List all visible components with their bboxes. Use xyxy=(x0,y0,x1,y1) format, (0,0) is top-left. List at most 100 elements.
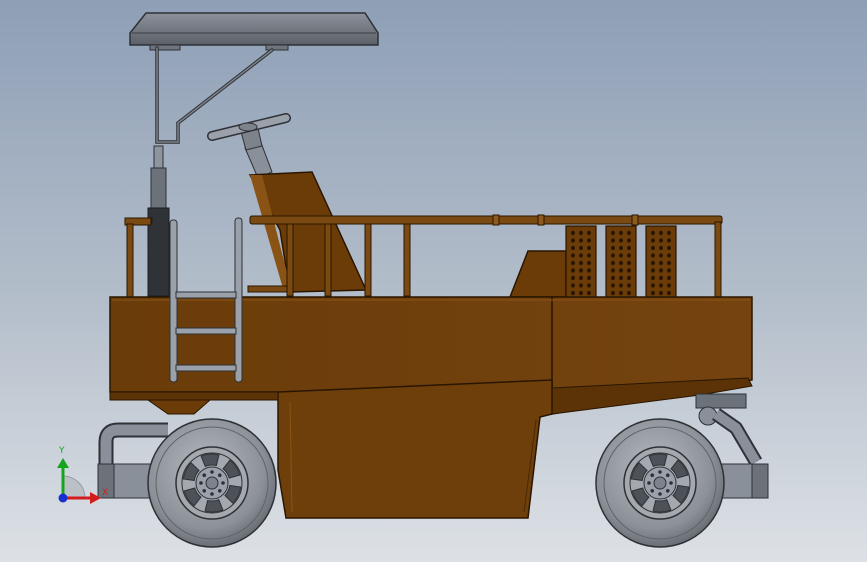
z-axis-marker xyxy=(58,493,68,503)
ballast-hole xyxy=(667,283,671,288)
lug-nut xyxy=(217,473,222,478)
ballast-hole xyxy=(571,290,575,296)
ballast-hole xyxy=(627,268,631,273)
ballast-hole xyxy=(619,245,623,251)
ballast-hole xyxy=(659,260,663,266)
ballast-hole xyxy=(611,253,615,258)
ballast-hole xyxy=(587,260,591,266)
lug-nut xyxy=(665,473,670,478)
ballast-hole xyxy=(619,238,623,243)
ballast-hole xyxy=(579,260,583,266)
ballast-hole xyxy=(651,245,655,251)
ballast-hole xyxy=(571,260,575,266)
lug-nut xyxy=(199,481,203,485)
ballast-hole xyxy=(667,260,671,266)
ballast-hole xyxy=(579,238,583,243)
ballast-hole xyxy=(611,283,615,288)
ballast-hole xyxy=(587,245,591,251)
ballast-hole xyxy=(667,275,671,281)
ballast-hole xyxy=(627,290,631,296)
ballast-hole xyxy=(651,260,655,266)
ballast-hole xyxy=(667,230,671,236)
ballast-hole xyxy=(627,238,631,243)
lug-nut xyxy=(202,473,207,478)
ballast-hole xyxy=(627,283,631,288)
rear-tank xyxy=(508,250,567,298)
front-wheel xyxy=(595,418,725,548)
ballast-hole xyxy=(587,275,591,281)
ballast-hole xyxy=(659,253,663,258)
ballast-hole xyxy=(571,230,575,236)
ballast-hole xyxy=(587,283,591,288)
canopy[interactable] xyxy=(129,12,379,51)
ballast-hole xyxy=(627,230,631,236)
ballast-hole xyxy=(579,268,583,273)
ballast-hole xyxy=(571,268,575,273)
lug-nut xyxy=(658,470,662,474)
ballast-hole xyxy=(619,253,623,258)
ballast-hole xyxy=(571,238,575,243)
ballast-hole xyxy=(619,283,623,288)
ballast-hole xyxy=(659,238,663,243)
lug-nut xyxy=(221,481,225,485)
lug-nut xyxy=(665,488,670,493)
seat-panel xyxy=(247,171,368,293)
ballast-hole xyxy=(659,230,663,236)
hub-cap xyxy=(653,476,667,490)
ballast-hole xyxy=(571,245,575,251)
ballast-hole xyxy=(651,290,655,296)
ballast-hole xyxy=(651,283,655,288)
ballast-hole xyxy=(651,230,655,236)
ballast-hole xyxy=(667,253,671,258)
lug-nut xyxy=(647,481,651,485)
ballast-hole xyxy=(619,230,623,236)
ballast-hole xyxy=(579,230,583,236)
ballast-hole xyxy=(579,290,583,296)
ballast-hole xyxy=(651,253,655,258)
lug-nut xyxy=(202,488,207,493)
ballast-hole xyxy=(659,283,663,288)
y-axis-label: Y xyxy=(58,446,65,456)
y-axis-arrowhead xyxy=(57,458,69,468)
lug-nut xyxy=(210,470,214,474)
ballast-hole xyxy=(579,253,583,258)
ballast-hole xyxy=(627,275,631,281)
x-axis-label: X xyxy=(102,488,108,498)
ballast-hole xyxy=(627,245,631,251)
ballast-hole xyxy=(651,268,655,273)
ballast-hole xyxy=(611,275,615,281)
ballast-hole xyxy=(619,260,623,266)
ballast-hole xyxy=(667,245,671,251)
ballast-hole xyxy=(659,275,663,281)
ballast-hole xyxy=(619,268,623,273)
ballast-hole xyxy=(571,275,575,281)
ballast-hole xyxy=(667,268,671,273)
ballast-hole xyxy=(611,238,615,243)
ballast-hole xyxy=(651,275,655,281)
ballast-hole xyxy=(659,245,663,251)
ballast-hole xyxy=(619,290,623,296)
lug-nut xyxy=(658,492,662,496)
ballast-hole xyxy=(587,238,591,243)
ballast-hole xyxy=(579,275,583,281)
ballast-hole xyxy=(587,253,591,258)
lug-nut xyxy=(217,488,222,493)
cad-viewport[interactable]: Y X xyxy=(0,0,867,562)
ballast-hole xyxy=(659,290,663,296)
rear-wheel xyxy=(147,418,277,548)
ballast-hole xyxy=(571,283,575,288)
lug-nut xyxy=(650,488,655,493)
hub-cap xyxy=(205,476,219,490)
ballast-hole xyxy=(611,230,615,236)
lug-nut xyxy=(650,473,655,478)
ballast-hole xyxy=(611,290,615,296)
ballast-hole xyxy=(659,268,663,273)
ballast-hole xyxy=(579,245,583,251)
ballast-hole xyxy=(667,290,671,296)
ballast-hole xyxy=(587,268,591,273)
ballast-hole xyxy=(611,268,615,273)
ballast-hole xyxy=(627,260,631,266)
ballast-hole xyxy=(619,275,623,281)
ballast-hole xyxy=(667,238,671,243)
ballast-hole xyxy=(571,253,575,258)
